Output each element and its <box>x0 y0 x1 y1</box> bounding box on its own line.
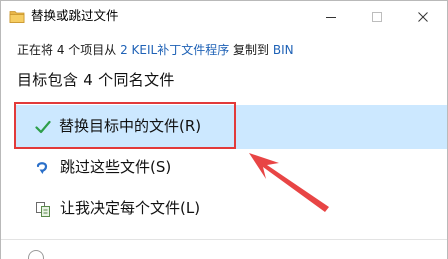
file-compare-icon <box>36 202 50 217</box>
decide-each-file-option[interactable]: 让我决定每个文件(L) <box>15 187 447 231</box>
skip-files-option[interactable]: 跳过这些文件(S) <box>15 146 447 190</box>
maximize-icon <box>372 12 382 22</box>
close-icon <box>418 12 428 22</box>
copy-info-line: 正在将 4 个项目从 2 KEIL补丁文件程序 复制到 BIN <box>17 42 294 58</box>
folder-icon <box>9 11 25 23</box>
copy-info-prefix: 正在将 4 个项目从 <box>17 43 121 57</box>
footer-divider <box>1 239 447 240</box>
replace-files-option[interactable]: 替换目标中的文件(R) <box>15 105 447 149</box>
close-button[interactable] <box>400 1 446 32</box>
minimize-icon <box>326 17 336 18</box>
decide-each-file-label: 让我决定每个文件(L) <box>60 199 201 217</box>
destination-folder-link[interactable]: BIN <box>273 43 294 57</box>
maximize-button[interactable] <box>354 1 400 32</box>
skip-files-label: 跳过这些文件(S) <box>60 158 172 176</box>
title-bar[interactable]: 替换或跳过文件 <box>1 1 447 32</box>
source-folder-link[interactable]: 2 KEIL补丁文件程序 <box>120 43 229 57</box>
minimize-button[interactable] <box>308 1 354 32</box>
skip-arrow-icon <box>36 162 48 174</box>
window-title: 替换或跳过文件 <box>31 8 119 23</box>
dialog-heading: 目标包含 4 个同名文件 <box>17 71 175 89</box>
replace-skip-dialog: 替换或跳过文件 正在将 4 个项目从 2 KEIL补丁文件程序 复制到 BIN … <box>0 0 448 259</box>
copy-info-middle: 复制到 <box>229 43 273 57</box>
replace-files-label: 替换目标中的文件(R) <box>59 117 202 135</box>
checkmark-icon <box>35 120 51 134</box>
